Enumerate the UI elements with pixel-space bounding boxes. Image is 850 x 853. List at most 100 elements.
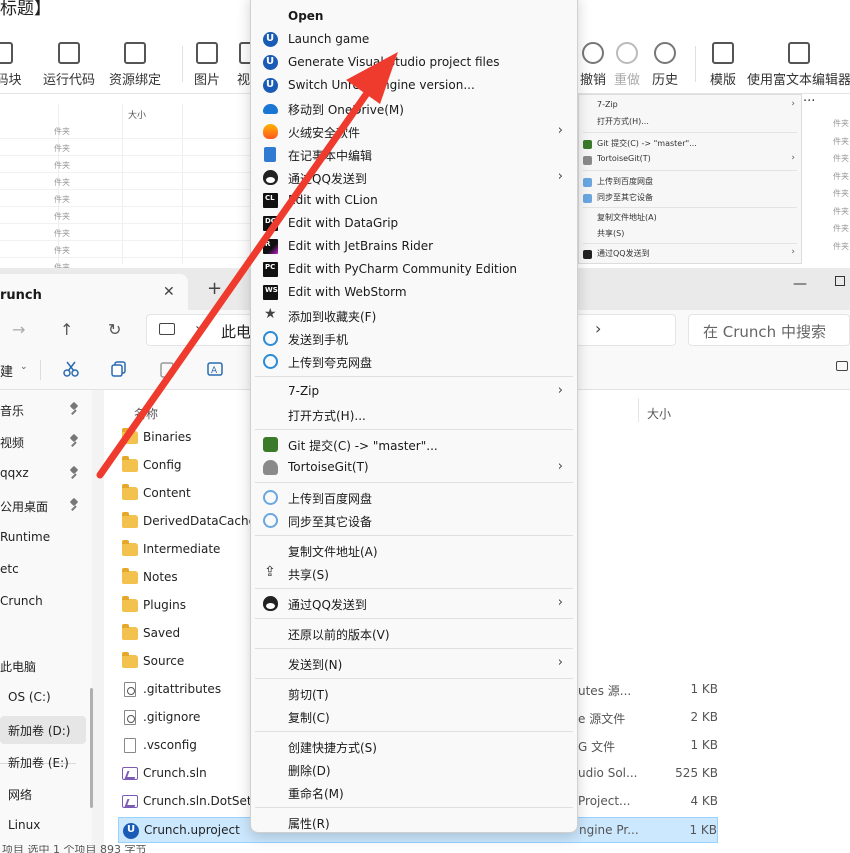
menu-item[interactable]: 重命名(M) xyxy=(255,781,573,804)
nav-item-linux[interactable]: Linux xyxy=(0,812,86,840)
menu-item[interactable]: 删除(D) xyxy=(255,758,573,781)
minimize-icon[interactable]: — xyxy=(793,276,807,292)
menu-item[interactable]: Generate Visual Studio project files xyxy=(255,51,573,74)
forward-arrow-icon[interactable]: → xyxy=(12,320,25,339)
undo-icon xyxy=(582,42,604,64)
up-arrow-icon[interactable]: ↑ xyxy=(60,320,73,339)
menu-item[interactable]: Edit with WebStorm xyxy=(255,281,573,304)
toolbar-template-button[interactable]: 模版 xyxy=(706,36,740,92)
new-tab-icon[interactable]: + xyxy=(207,278,222,299)
nav-item-crunch[interactable]: Crunch xyxy=(0,588,86,616)
menu-item[interactable]: 上传到夸克网盘 xyxy=(255,350,573,373)
more-options-icon[interactable]: ··· xyxy=(803,94,815,109)
toolbar-resource-bind-button[interactable]: 资源绑定 xyxy=(106,36,164,92)
menu-item[interactable]: 复制(C) xyxy=(255,705,573,728)
nav-item-d[interactable]: 新加卷 (D:) xyxy=(0,716,86,744)
mini-menu-item[interactable]: 同步至其它设备 xyxy=(597,192,653,203)
menu-item[interactable]: 移动到 OneDrive(M) xyxy=(255,97,573,120)
menu-item[interactable]: Launch game xyxy=(255,28,573,51)
nav-item[interactable]: 视频 xyxy=(0,428,86,456)
menu-item-label: 发送到(N) xyxy=(288,658,343,672)
pin-icon xyxy=(70,435,78,447)
search-input[interactable]: 在 Crunch 中搜索 xyxy=(688,314,850,346)
menu-item[interactable]: Edit with PyCharm Community Edition xyxy=(255,258,573,281)
menu-item[interactable]: 复制文件地址(A) xyxy=(255,539,573,562)
menu-item[interactable]: 发送到(N) › xyxy=(255,652,573,675)
refresh-icon[interactable]: ↻ xyxy=(108,320,121,339)
nav-scrollbar[interactable] xyxy=(90,688,93,808)
nav-item[interactable]: 此电脑 xyxy=(0,652,86,680)
chevron-right-icon[interactable]: › xyxy=(595,319,601,338)
menu-item[interactable]: 同步至其它设备 xyxy=(255,509,573,532)
menu-item[interactable]: Git 提交(C) -> "master"... xyxy=(255,433,573,456)
menu-item[interactable]: 创建快捷方式(S) xyxy=(255,735,573,758)
toolbar-swap-editor-button[interactable]: 使用富文本编辑器 xyxy=(747,36,850,92)
menu-item[interactable]: 7-Zip › xyxy=(255,380,573,403)
details-pane-icon[interactable] xyxy=(836,361,848,371)
mini-menu-item[interactable]: TortoiseGit(T) xyxy=(597,154,651,163)
cut-icon[interactable] xyxy=(62,360,80,378)
toolbar-undo-button[interactable]: 撤销 xyxy=(578,36,608,92)
menu-item[interactable]: TortoiseGit(T) › xyxy=(255,456,573,479)
mini-menu-item[interactable]: 复制文件地址(A) xyxy=(597,212,657,223)
menu-item[interactable]: 属性(R) xyxy=(255,811,573,834)
nav-item-label: 此电脑 xyxy=(0,660,37,674)
mini-menu-item[interactable]: 共享(S) xyxy=(597,228,624,239)
copy-icon[interactable] xyxy=(110,360,128,378)
menu-item[interactable]: Switch Unreal Engine version... xyxy=(255,74,573,97)
toolbar-run-code-button[interactable]: 运行代码 xyxy=(40,36,98,92)
nav-item-runtime[interactable]: Runtime xyxy=(0,524,86,552)
menu-item[interactable]: 还原以前的版本(V) xyxy=(255,622,573,645)
toolbar-image-button[interactable]: 图片 xyxy=(190,36,224,92)
menu-item[interactable]: 发送到手机 xyxy=(255,327,573,350)
menu-item[interactable]: Edit with JetBrains Rider xyxy=(255,235,573,258)
mini-menu-item[interactable]: Git 提交(C) -> "master"... xyxy=(597,138,697,149)
new-button[interactable]: 建 xyxy=(0,361,13,380)
menu-item[interactable]: Edit with DataGrip xyxy=(255,212,573,235)
menu-item[interactable]: 共享(S) xyxy=(255,562,573,585)
mini-menu-item[interactable]: 上传到百度网盘 xyxy=(597,176,653,187)
column-header-name[interactable]: 名称 xyxy=(134,405,158,422)
mini-menu-item[interactable]: 打开方式(H)... xyxy=(597,116,649,127)
editor-table-cell: 件夹 xyxy=(54,161,70,170)
menu-item-label: Edit with WebStorm xyxy=(288,285,407,299)
menu-item[interactable]: 火绒安全软件 › xyxy=(255,120,573,143)
tab-close-icon[interactable]: ✕ xyxy=(163,284,175,300)
menu-item[interactable]: Open xyxy=(255,5,573,28)
menu-item[interactable]: 上传到百度网盘 xyxy=(255,486,573,509)
unreal-icon xyxy=(263,78,278,93)
menu-item[interactable]: 打开方式(H)... xyxy=(255,403,573,426)
nav-item-os-c[interactable]: OS (C:) xyxy=(0,684,86,712)
menu-item-label: Switch Unreal Engine version... xyxy=(288,78,475,92)
menu-item-label: Launch game xyxy=(288,32,370,46)
menu-item[interactable]: 通过QQ发送到 › xyxy=(255,166,573,189)
menu-item[interactable]: 通过QQ发送到 › xyxy=(255,592,573,615)
column-header-size[interactable]: 大小 xyxy=(647,405,671,422)
menu-item[interactable]: 在记事本中编辑 xyxy=(255,143,573,166)
nav-item[interactable]: 网络 xyxy=(0,780,86,808)
nav-item-label: 视频 xyxy=(0,436,25,450)
menu-item-label: Edit with PyCharm Community Edition xyxy=(288,262,518,276)
chevron-down-icon[interactable]: ⌄ xyxy=(20,362,28,372)
menu-item[interactable]: 剪切(T) xyxy=(255,682,573,705)
nav-item-e[interactable]: 新加卷 (E:) xyxy=(0,748,86,776)
toolbar-redo-button[interactable]: 重做 xyxy=(612,36,642,92)
mini-menu-item[interactable]: 7-Zip xyxy=(597,100,618,109)
nav-item[interactable]: 音乐 xyxy=(0,396,86,424)
nav-item[interactable]: 公用桌面 xyxy=(0,492,86,520)
nav-item-etc[interactable]: etc xyxy=(0,556,86,584)
toolbar-label: 资源绑定 xyxy=(108,73,161,88)
rename-icon[interactable]: A xyxy=(206,360,224,378)
toolbar-history-button[interactable]: 历史 xyxy=(650,36,680,92)
maximize-icon[interactable] xyxy=(835,276,845,286)
toolbar-code-block-button[interactable]: 代码块 xyxy=(0,36,32,92)
nav-item-qqxz[interactable]: qqxz xyxy=(0,460,86,488)
menu-item[interactable]: Edit with CLion xyxy=(255,189,573,212)
file-name: Intermediate xyxy=(143,542,221,556)
menu-item[interactable]: 添加到收藏夹(F) xyxy=(255,304,573,327)
file-size: 1 KB xyxy=(690,738,718,752)
menu-separator xyxy=(255,429,573,430)
paste-icon[interactable] xyxy=(158,360,176,378)
mini-menu-item[interactable]: 通过QQ发送到 xyxy=(597,248,650,259)
explorer-tab[interactable]: runch ✕ xyxy=(0,274,188,310)
